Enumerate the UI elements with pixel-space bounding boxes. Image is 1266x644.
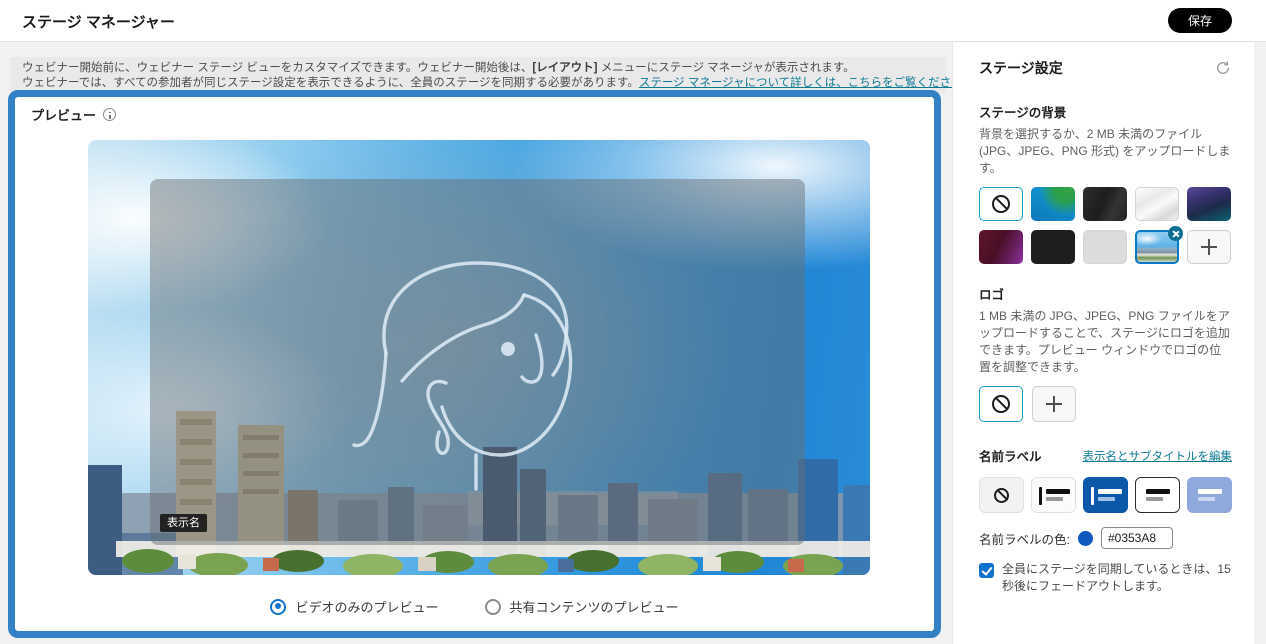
name-label-color-input[interactable] xyxy=(1100,527,1173,550)
background-swatch-dark-wave[interactable] xyxy=(1083,187,1127,222)
display-name-label[interactable]: 表示名 xyxy=(160,514,207,532)
background-section-title: ステージの背景 xyxy=(979,106,1067,120)
banner-bold-text: [レイアウト] xyxy=(532,62,598,74)
logo-section-description: 1 MB 未満の JPG、JPEG、PNG ファイルをアップロードすることで、ス… xyxy=(979,309,1230,375)
logo-add-button[interactable] xyxy=(1032,386,1076,423)
name-label-style-black-left[interactable] xyxy=(1031,477,1076,514)
plus-icon xyxy=(1201,239,1217,256)
radio-selected-icon xyxy=(270,598,287,615)
close-icon[interactable] xyxy=(1168,226,1183,242)
top-bar: ステージ マネージャー 保存 xyxy=(0,0,1266,42)
background-none-swatch[interactable] xyxy=(979,187,1023,222)
prohibited-icon xyxy=(994,487,1009,503)
sidebar-title: ステージ設定 xyxy=(979,60,1063,76)
info-banner: ウェビナー開始前に、ウェビナー ステージ ビューをカスタマイズできます。ウェビナ… xyxy=(10,57,974,94)
prohibited-icon xyxy=(992,195,1010,214)
name-label-style-black-outlined[interactable] xyxy=(1135,477,1180,514)
learn-more-link[interactable]: ステージ マネージャについて詳しくは、こちらをご覧ください。 xyxy=(639,77,974,89)
radio-label: ビデオのみのプレビュー xyxy=(295,600,439,615)
background-add-button[interactable] xyxy=(1187,230,1231,265)
plus-icon xyxy=(1046,396,1062,413)
logo-none-button[interactable] xyxy=(979,386,1023,423)
radio-shared-content[interactable]: 共有コンテンツのプレビュー xyxy=(484,597,679,616)
background-swatch-black[interactable] xyxy=(1031,230,1075,265)
name-label-style-row xyxy=(979,477,1232,514)
banner-text: ウェビナーでは、すべての参加者が同じステージ設定を表示できるように、全員のステー… xyxy=(22,77,639,89)
logo-option-row xyxy=(979,386,1232,423)
background-swatch-light-wave[interactable] xyxy=(1135,187,1179,222)
sync-fadeout-label: 全員にステージを同期しているときは、15 秒後にフェードアウトします。 xyxy=(1002,562,1231,593)
background-swatch-red-purple[interactable] xyxy=(979,230,1023,265)
preview-title: プレビュー xyxy=(31,108,97,123)
banner-text: ウェビナー開始前に、ウェビナー ステージ ビューをカスタマイズできます。ウェビナ… xyxy=(22,62,533,74)
prohibited-icon xyxy=(992,395,1010,414)
video-tile-overlay xyxy=(150,179,805,545)
preview-mode-radio-group: ビデオのみのプレビュー 共有コンテンツのプレビュー xyxy=(15,597,934,616)
banner-line-2: ウェビナーでは、すべての参加者が同じステージ設定を表示できるように、全員のステー… xyxy=(22,76,974,91)
name-label-section-title: 名前ラベル xyxy=(979,450,1042,465)
stage-settings-sidebar: ステージ設定 ステージの背景 背景を選択するか、2 MB 未満のファイル (JP… xyxy=(952,42,1254,644)
logo-section-title: ロゴ xyxy=(979,288,1005,303)
banner-line-1: ウェビナー開始前に、ウェビナー ステージ ビューをカスタマイズできます。ウェビナ… xyxy=(22,61,934,76)
background-swatch-city-selected[interactable] xyxy=(1135,226,1183,265)
banner-text: メニューにステージ マネージャが表示されます。 xyxy=(597,62,855,74)
name-label-color-label: 名前ラベルの色: xyxy=(979,532,1070,547)
background-swatch-grid xyxy=(979,187,1232,265)
avatar-placeholder-icon xyxy=(352,261,573,491)
stage-background-image: 表示名 xyxy=(88,140,870,575)
radio-label: 共有コンテンツのプレビュー xyxy=(509,600,679,615)
background-swatch-purple-teal[interactable] xyxy=(1187,187,1231,222)
preview-panel: プレビュー 表示名 ビデオのみのプレビュー 共有コンテンツのプレビュー xyxy=(8,90,941,638)
radio-video-only[interactable]: ビデオのみのプレビュー xyxy=(270,597,439,616)
background-section-description: 背景を選択するか、2 MB 未満のファイル (JPG、JPEG、PNG 形式) … xyxy=(979,127,1231,176)
color-picker-dot[interactable] xyxy=(1077,530,1093,546)
save-button[interactable]: 保存 xyxy=(1168,8,1232,33)
background-swatch-blue-green[interactable] xyxy=(1031,187,1075,222)
sync-fadeout-checkbox[interactable] xyxy=(979,563,994,579)
info-icon[interactable] xyxy=(103,108,117,121)
name-label-style-blue-filled[interactable] xyxy=(1083,477,1128,514)
edit-display-name-link[interactable]: 表示名とサブタイトルを編集 xyxy=(1083,448,1233,464)
refresh-icon[interactable] xyxy=(1214,59,1232,77)
name-label-style-light-blue[interactable] xyxy=(1187,477,1232,514)
name-label-style-none[interactable] xyxy=(979,477,1024,514)
page-title: ステージ マネージャー xyxy=(22,14,175,31)
radio-unselected-icon xyxy=(484,598,501,615)
sync-fadeout-option: 全員にステージを同期しているときは、15 秒後にフェードアウトします。 xyxy=(979,561,1232,594)
stage-manager-page: ステージ マネージャー 保存 ウェビナー開始前に、ウェビナー ステージ ビューを… xyxy=(0,0,1266,644)
background-swatch-light-gray[interactable] xyxy=(1083,230,1127,265)
